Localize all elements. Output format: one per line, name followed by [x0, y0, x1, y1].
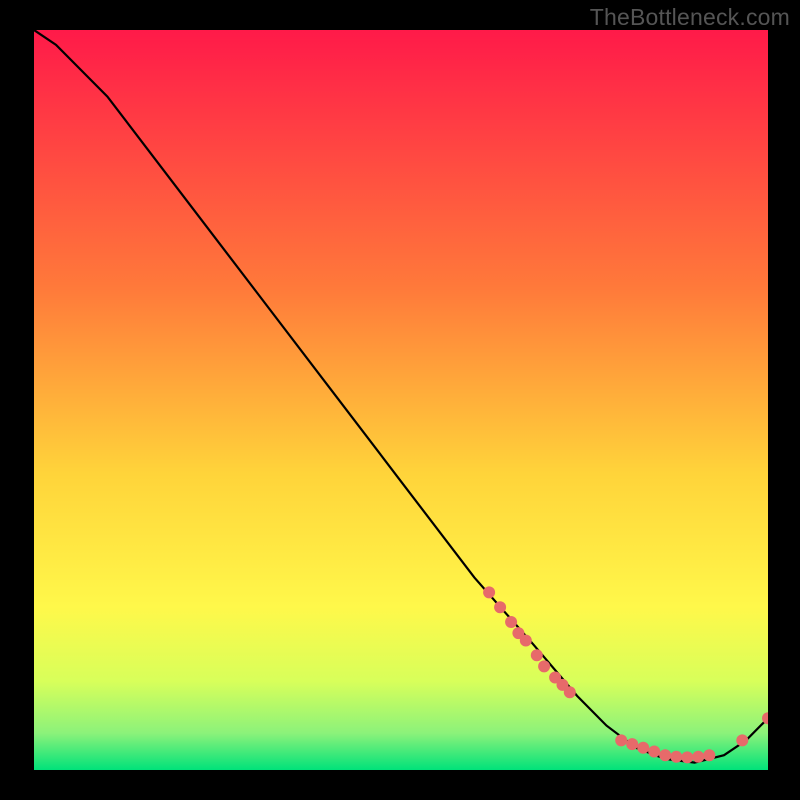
data-marker	[637, 742, 649, 754]
data-marker	[703, 749, 715, 761]
data-marker	[531, 649, 543, 661]
data-marker	[736, 734, 748, 746]
chart-svg	[34, 30, 768, 770]
plot-area	[34, 30, 768, 770]
data-marker	[615, 734, 627, 746]
data-marker	[692, 751, 704, 763]
watermark-text: TheBottleneck.com	[590, 4, 790, 31]
data-marker	[681, 751, 693, 763]
data-marker	[670, 751, 682, 763]
data-marker	[626, 738, 638, 750]
data-marker	[648, 746, 660, 758]
gradient-background	[34, 30, 768, 770]
data-marker	[483, 586, 495, 598]
data-marker	[538, 660, 550, 672]
data-marker	[494, 601, 506, 613]
data-marker	[659, 749, 671, 761]
chart-stage: TheBottleneck.com	[0, 0, 800, 800]
data-marker	[564, 686, 576, 698]
data-marker	[520, 635, 532, 647]
data-marker	[505, 616, 517, 628]
